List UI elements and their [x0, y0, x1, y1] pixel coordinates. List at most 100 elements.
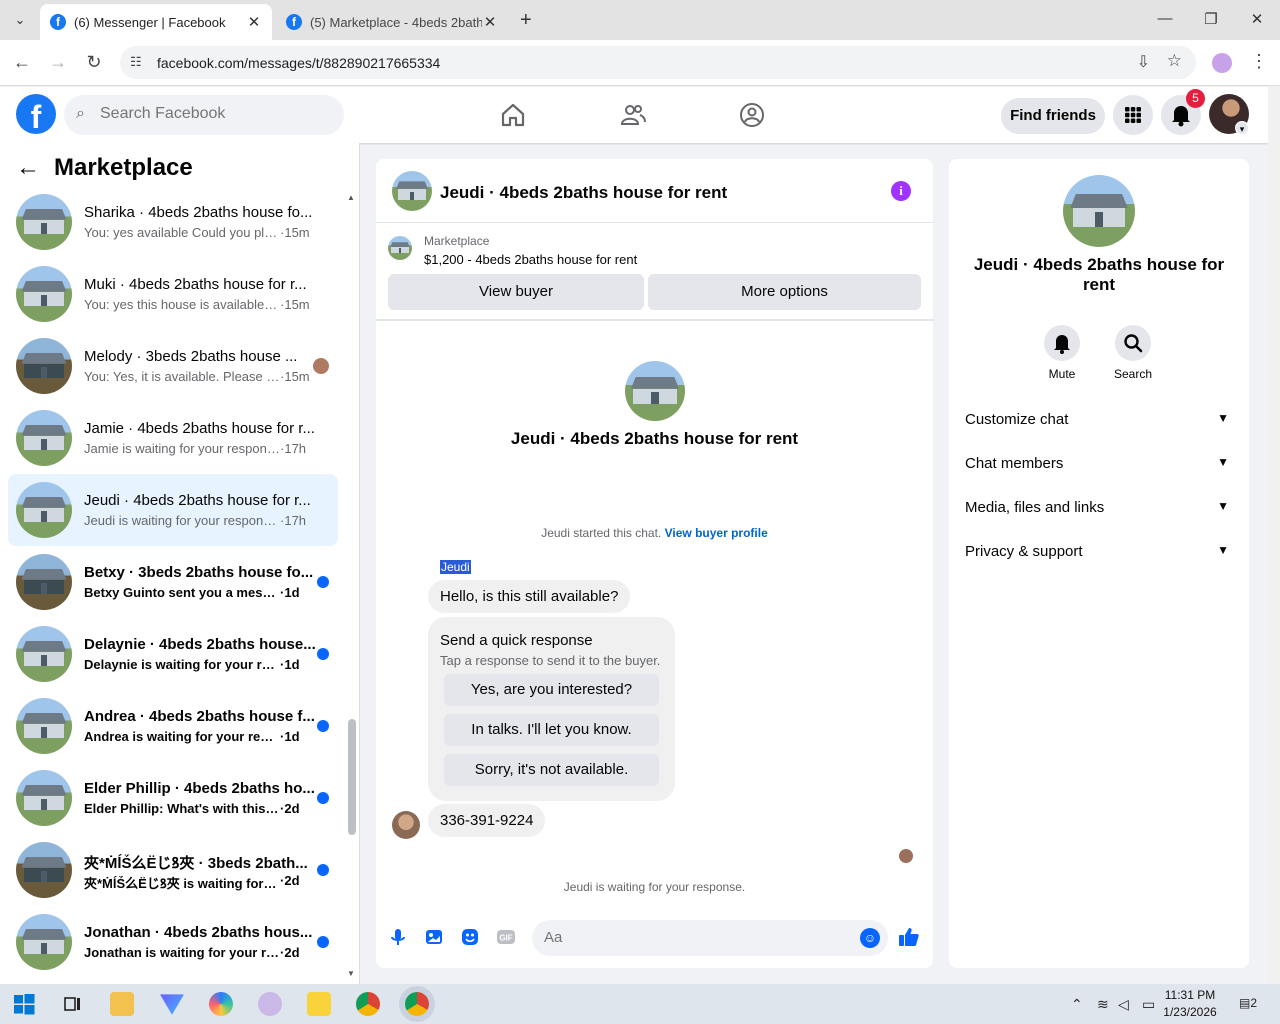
conversation-item[interactable]: Muki · 4beds 2baths house for r... You: y…: [8, 258, 338, 330]
search-icon[interactable]: [1115, 325, 1151, 361]
search-box[interactable]: ⌕: [64, 95, 344, 135]
chevron-down-icon[interactable]: ▾: [1235, 121, 1249, 135]
customize-chat-row[interactable]: Customize chat ▼: [965, 398, 1233, 442]
chat-members-row[interactable]: Chat members ▼: [965, 442, 1233, 486]
section-label: Customize chat: [965, 411, 1069, 428]
conversation-item[interactable]: Jonathan · 4beds 2baths hous... Jonathan …: [8, 906, 338, 978]
message-input[interactable]: [544, 929, 844, 946]
new-tab-icon[interactable]: +: [520, 10, 532, 30]
chrome-icon[interactable]: [356, 992, 380, 1016]
minimize-icon[interactable]: —: [1150, 10, 1180, 27]
conversation-item[interactable]: Betxy · 3beds 2baths house fo... Betxy Gu…: [8, 546, 338, 618]
tray-expand-icon[interactable]: ⌃: [1071, 996, 1083, 1013]
install-app-icon[interactable]: ⇩: [1137, 52, 1150, 72]
search-input[interactable]: [100, 105, 330, 123]
conversation-item[interactable]: Elder Phillip · 4beds 2baths ho... Elder …: [8, 762, 338, 834]
scroll-up-icon[interactable]: ▲: [347, 193, 355, 202]
sender-avatar[interactable]: [392, 811, 420, 839]
sticker-icon[interactable]: [460, 927, 480, 947]
friends-icon[interactable]: [619, 101, 647, 129]
conversation-item[interactable]: Jamie · 4beds 2baths house for r... Jamie…: [8, 402, 338, 474]
conversation-item[interactable]: Jeudi · 4beds 2baths house for r... Jeudi…: [8, 474, 338, 546]
close-window-icon[interactable]: ✕: [1242, 10, 1272, 28]
wifi-icon[interactable]: ≋: [1097, 996, 1109, 1013]
back-arrow-icon[interactable]: ←: [16, 154, 40, 182]
scroll-down-icon[interactable]: ▼: [347, 969, 355, 978]
battery-icon[interactable]: ▭: [1142, 996, 1155, 1013]
close-tab-icon[interactable]: ✕: [246, 13, 262, 31]
info-icon[interactable]: i: [891, 181, 911, 201]
profile-extension-icon[interactable]: [1212, 53, 1232, 73]
emoji-icon[interactable]: ☺: [860, 928, 880, 948]
conversation-item[interactable]: Delaynie · 4beds 2baths house... Delaynie…: [8, 618, 338, 690]
tab-marketplace[interactable]: f (5) Marketplace - 4beds 2baths ✕: [276, 4, 508, 40]
privacy-support-row[interactable]: Privacy & support ▼: [965, 530, 1233, 574]
find-friends-button[interactable]: Find friends: [1001, 98, 1105, 134]
quick-reply-in-talks-button[interactable]: In talks. I'll let you know.: [444, 714, 659, 746]
conversation-preview: Betxy Guinto sent you a messag... · 1d: [84, 585, 324, 600]
view-buyer-profile-link[interactable]: View buyer profile: [665, 526, 768, 540]
windows-start-icon[interactable]: [12, 992, 36, 1016]
home-icon[interactable]: [499, 101, 527, 129]
tab-search-chevron-icon[interactable]: ⌄: [10, 10, 30, 30]
copilot-icon[interactable]: [209, 992, 233, 1016]
menu-grid-button[interactable]: [1113, 95, 1153, 135]
omnibox[interactable]: ☷ facebook.com/messages/t/88289021766533…: [120, 46, 1196, 79]
waiting-notice: Jeudi is waiting for your response.: [563, 880, 746, 894]
url-text[interactable]: facebook.com/messages/t/882890217665334: [157, 55, 440, 71]
chat-avatar[interactable]: [392, 171, 432, 211]
notification-center-icon[interactable]: ▤2: [1239, 996, 1257, 1010]
conversation-item[interactable]: Melody · 3beds 2baths house ... You: Yes,…: [8, 330, 338, 402]
taskbar-clock[interactable]: 11:31 PM 1/23/2026: [1160, 987, 1220, 1021]
listing-price-title[interactable]: $1,200 - 4beds 2baths house for rent: [424, 252, 637, 267]
conversation-time: 15m: [284, 369, 310, 384]
sticky-notes-icon[interactable]: [307, 992, 331, 1016]
conversation-thumbnail: [16, 698, 72, 754]
browser-menu-icon[interactable]: ⋮: [1250, 51, 1268, 72]
conversation-item[interactable]: Andrea · 4beds 2baths house f... Andrea i…: [8, 690, 338, 762]
conversation-item[interactable]: 夾*ṀĺṤ么Ёじꝸ夾 · 3beds 2bath... 夾*ṀĺṤ么Ёじꝸ夾 is…: [8, 834, 338, 906]
more-options-button[interactable]: More options: [648, 274, 921, 310]
conversation-thumbnail: [16, 914, 72, 970]
task-view-icon[interactable]: [60, 992, 84, 1016]
close-tab-icon[interactable]: ✕: [482, 13, 498, 31]
chrome-active-icon[interactable]: [405, 992, 429, 1016]
quick-reply-yes-button[interactable]: Yes, are you interested?: [444, 674, 659, 706]
mute-action[interactable]: Mute: [1032, 325, 1092, 381]
scrollbar-thumb[interactable]: [348, 719, 356, 835]
media-files-links-row[interactable]: Media, files and links ▼: [965, 486, 1233, 530]
tab-messenger[interactable]: f (6) Messenger | Facebook ✕: [40, 4, 272, 40]
search-action[interactable]: Search: [1103, 325, 1163, 381]
page-scrollbar[interactable]: [1268, 87, 1280, 984]
microphone-icon[interactable]: [388, 927, 408, 947]
quick-reply-not-available-button[interactable]: Sorry, it's not available.: [444, 754, 659, 786]
thumbs-up-icon[interactable]: [898, 926, 919, 946]
chat-title[interactable]: Jeudi · 4beds 2baths house for rent: [440, 183, 727, 203]
intro-name: Jeudi · 4beds 2baths house for rent: [510, 429, 799, 448]
back-icon[interactable]: ←: [10, 52, 34, 73]
paint-app-icon[interactable]: [258, 992, 282, 1016]
gif-icon[interactable]: GIF: [496, 927, 516, 947]
message-bubble[interactable]: Hello, is this still available?: [428, 580, 631, 613]
vpn-app-icon[interactable]: [160, 994, 184, 1015]
conversation-item[interactable]: Sharika · 4beds 2baths house fo... You: y…: [8, 186, 338, 258]
bookmark-star-icon[interactable]: ☆: [1167, 51, 1182, 71]
preview-text: Jamie is waiting for your response.: [84, 441, 280, 456]
tab-title: (5) Marketplace - 4beds 2baths: [310, 14, 482, 30]
reload-icon[interactable]: ↻: [82, 52, 106, 73]
groups-icon[interactable]: [738, 101, 766, 129]
facebook-logo-icon[interactable]: f: [16, 94, 56, 135]
message-input-box[interactable]: ☺: [532, 920, 888, 956]
list-scrollbar[interactable]: ▲ ▼: [347, 189, 357, 979]
restore-icon[interactable]: ❐: [1196, 10, 1226, 28]
unread-dot: [317, 936, 329, 948]
forward-icon[interactable]: →: [46, 52, 70, 73]
view-buyer-button[interactable]: View buyer: [388, 274, 644, 310]
volume-icon[interactable]: ◁: [1118, 996, 1129, 1013]
file-explorer-icon[interactable]: [110, 992, 134, 1016]
site-info-icon[interactable]: ☷: [130, 54, 142, 70]
clock-date: 1/23/2026: [1163, 1005, 1217, 1019]
message-bubble[interactable]: 336-391-9224: [428, 804, 546, 837]
photo-icon[interactable]: [424, 927, 444, 947]
mute-bell-icon[interactable]: [1044, 325, 1080, 361]
